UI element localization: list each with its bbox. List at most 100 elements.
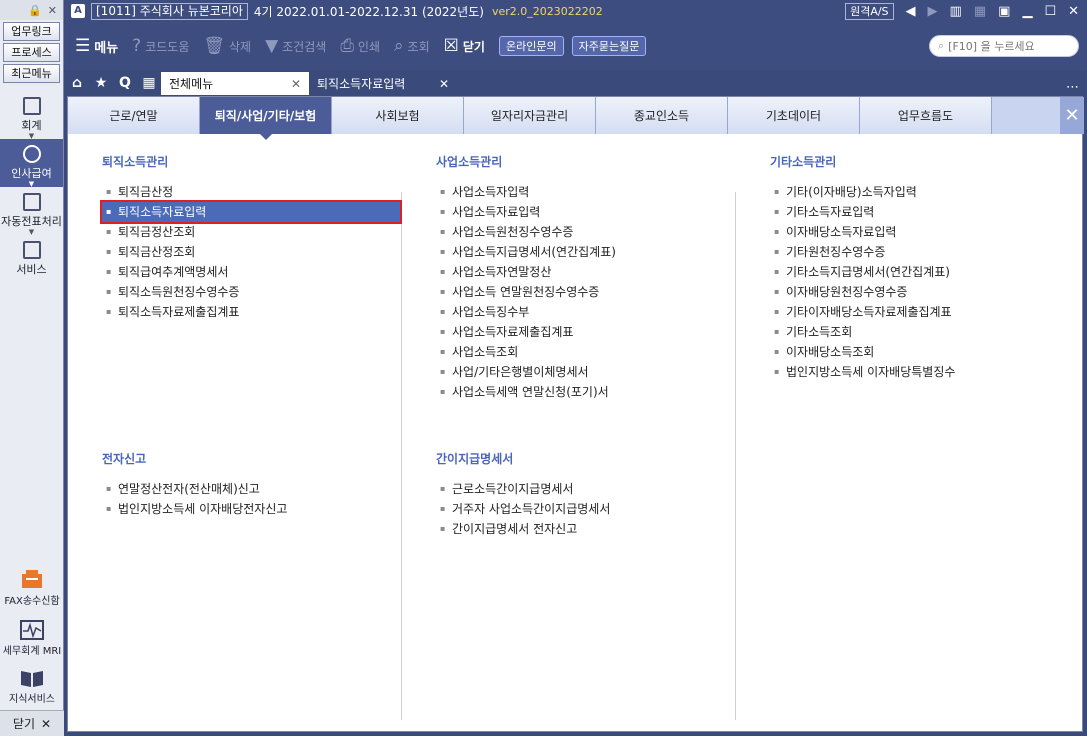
star-icon[interactable]: ★ <box>89 70 113 95</box>
menu-item[interactable]: 이자배당소득조회 <box>770 342 1070 362</box>
menu-item[interactable]: 사업소득원천징수영수증 <box>436 222 726 242</box>
menu-item[interactable]: 기타이자배당소득자료제출집계표 <box>770 302 1070 322</box>
menu-button[interactable]: ☰ 메뉴 <box>75 36 118 56</box>
fax-icon <box>22 570 42 588</box>
menu-item[interactable]: 법인지방소득세 이자배당특별징수 <box>770 362 1070 382</box>
tab-category[interactable]: 업무흐름도 <box>860 97 992 134</box>
section-title: 사업소득관리 <box>436 155 503 169</box>
back-arrow-icon[interactable]: ◀ <box>906 4 916 19</box>
menu-item[interactable]: 퇴직급여추계액명세서 <box>102 262 400 282</box>
forward-arrow-icon[interactable]: ▶ <box>928 4 938 19</box>
lock-icon[interactable]: 🔒 <box>28 4 42 17</box>
section-title: 퇴직소득관리 <box>102 155 169 169</box>
sidebar-knowledge[interactable]: 지식서비스 <box>0 668 64 705</box>
filter-search-button[interactable]: ▼ 조건검색 <box>265 36 326 56</box>
faq-button[interactable]: 자주묻는질문 <box>571 36 647 56</box>
home-icon[interactable]: ⌂ <box>65 70 89 95</box>
menu-item[interactable]: 연말정산전자(전산매체)신고 <box>102 479 400 499</box>
title-bar: A [1011] 주식회사 뉴본코리아 4기 2022.01.01-2022.1… <box>65 0 1087 22</box>
menu-item[interactable]: 퇴직금산정조회 <box>102 242 400 262</box>
menu-item[interactable]: 사업소득자료입력 <box>436 202 726 222</box>
menu-item[interactable]: 사업소득 연말원천징수영수증 <box>436 282 726 302</box>
menu-item[interactable]: 퇴직소득원천징수영수증 <box>102 282 400 302</box>
lookup-button[interactable]: ⌕ 조회 <box>394 36 430 56</box>
company-label[interactable]: [1011] 주식회사 뉴본코리아 <box>91 2 248 20</box>
sidebar-close-label: 닫기 <box>12 717 36 731</box>
close-icon[interactable]: ✕ <box>1068 4 1079 19</box>
menu-item[interactable]: 기타소득자료입력 <box>770 202 1070 222</box>
quick-search-icon[interactable]: Q <box>113 70 137 95</box>
filter-icon: ▼ <box>265 36 279 56</box>
sidebar-link-work[interactable]: 업무링크 <box>3 22 60 41</box>
menu-item[interactable]: 사업소득자연말정산 <box>436 262 726 282</box>
window-tile-icon[interactable]: ▣ <box>998 4 1010 19</box>
tab-category[interactable]: 근로/연말 <box>68 97 200 134</box>
menu-item[interactable]: 사업소득세액 연말신청(포기)서 <box>436 382 726 402</box>
remote-support-button[interactable]: 원격A/S <box>845 2 894 20</box>
minimize-icon[interactable]: ▁ <box>1022 4 1032 19</box>
menu-item[interactable]: 간이지급명세서 전자신고 <box>436 519 726 539</box>
book-icon[interactable]: ▥ <box>950 4 962 19</box>
close-icon[interactable]: ✕ <box>1060 97 1084 134</box>
menu-item[interactable]: 이자배당원천징수영수증 <box>770 282 1070 302</box>
calendar-icon[interactable]: ▦ <box>137 70 161 95</box>
code-help-button[interactable]: ? 코드도움 <box>132 36 189 56</box>
menu-item[interactable]: 사업/기타은행별이체명세서 <box>436 362 726 382</box>
tab-category[interactable]: 종교인소득 <box>596 97 728 134</box>
search-box[interactable]: ⌕ <box>929 35 1079 57</box>
menu-item[interactable]: 기타원천징수영수증 <box>770 242 1070 262</box>
sidebar-item-accounting[interactable]: 회계 ▼ <box>0 91 63 140</box>
menu-item[interactable]: 기타소득지급명세서(연간집계표) <box>770 262 1070 282</box>
sidebar-close-button[interactable]: 닫기 ✕ <box>0 710 64 736</box>
menu-item[interactable]: 거주자 사업소득간이지급명세서 <box>436 499 726 519</box>
print-button[interactable]: ⎙ 인쇄 <box>340 36 380 56</box>
online-inquiry-button[interactable]: 온라인문의 <box>498 36 564 56</box>
section-list: 근로소득간이지급명세서 거주자 사업소득간이지급명세서 간이지급명세서 전자신고 <box>436 479 726 539</box>
tab-all-menu[interactable]: 전체메뉴 ✕ <box>161 72 309 95</box>
close-icon[interactable]: ✕ <box>291 77 301 91</box>
tab-category[interactable]: 일자리자금관리 <box>464 97 596 134</box>
more-icon[interactable]: ⋯ <box>1066 80 1087 95</box>
sidebar-link-recent[interactable]: 최근메뉴 <box>3 64 60 83</box>
app-logo-icon: A <box>71 4 85 18</box>
section-title: 전자신고 <box>102 452 147 466</box>
menu-item[interactable]: 기타(이자배당)소득자입력 <box>770 182 1070 202</box>
section-simple-statement: 간이지급명세서 근로소득간이지급명세서 거주자 사업소득간이지급명세서 간이지급… <box>436 450 726 539</box>
trash-icon: 🗑 <box>203 36 225 56</box>
close-window-button[interactable]: ☒ 닫기 <box>444 36 485 56</box>
menu-item[interactable]: 법인지방소득세 이자배당전자신고 <box>102 499 400 519</box>
sidebar-link-process[interactable]: 프로세스 <box>3 43 60 62</box>
close-icon[interactable]: ✕ <box>48 4 57 17</box>
section-list: 퇴직금산정 퇴직소득자료입력 퇴직금정산조회 퇴직금산정조회 퇴직급여추계액명세… <box>100 182 402 322</box>
grid-icon[interactable]: ▦ <box>974 4 986 19</box>
search-input[interactable] <box>948 39 1059 53</box>
menu-item[interactable]: 사업소득징수부 <box>436 302 726 322</box>
tab-category[interactable]: 기초데이터 <box>728 97 860 134</box>
menu-item[interactable]: 사업소득조회 <box>436 342 726 362</box>
print-label: 인쇄 <box>357 39 381 54</box>
sidebar-item-label: 서비스 <box>16 263 47 276</box>
menu-item[interactable]: 퇴직금정산조회 <box>102 222 400 242</box>
maximize-icon[interactable]: ☐ <box>1044 4 1056 19</box>
sidebar-item-service[interactable]: 서비스 <box>0 235 63 283</box>
menu-item[interactable]: 기타소득조회 <box>770 322 1070 342</box>
section-title: 간이지급명세서 <box>436 452 514 466</box>
menu-item[interactable]: 사업소득자료제출집계표 <box>436 322 726 342</box>
menu-item[interactable]: 근로소득간이지급명세서 <box>436 479 726 499</box>
sidebar-fax[interactable]: FAX송수신함 <box>0 570 64 607</box>
close-icon[interactable]: ✕ <box>439 77 449 91</box>
menu-item[interactable]: 퇴직소득자료제출집계표 <box>102 302 400 322</box>
delete-button[interactable]: 🗑 삭제 <box>203 36 251 56</box>
lookup-label: 조회 <box>407 39 430 54</box>
menu-item-selected[interactable]: 퇴직소득자료입력 <box>100 200 402 224</box>
menu-item[interactable]: 사업소득자입력 <box>436 182 726 202</box>
menu-item[interactable]: 이자배당소득자료입력 <box>770 222 1070 242</box>
menu-item[interactable]: 사업소득지급명세서(연간집계표) <box>436 242 726 262</box>
sidebar-item-auto-voucher[interactable]: 자동전표처리 ▼ <box>0 187 63 236</box>
tab-retirement-income-input[interactable]: 퇴직소득자료입력 ✕ <box>309 72 457 95</box>
sidebar-item-payroll[interactable]: 인사급여 ▼ <box>0 139 63 188</box>
sidebar-mri[interactable]: 세무회계 MRI <box>0 620 64 657</box>
tab-category-active[interactable]: 퇴직/사업/기타/보험 <box>200 97 332 140</box>
tab-category[interactable]: 사회보험 <box>332 97 464 134</box>
menu-item[interactable]: 퇴직금산정 <box>102 182 400 202</box>
